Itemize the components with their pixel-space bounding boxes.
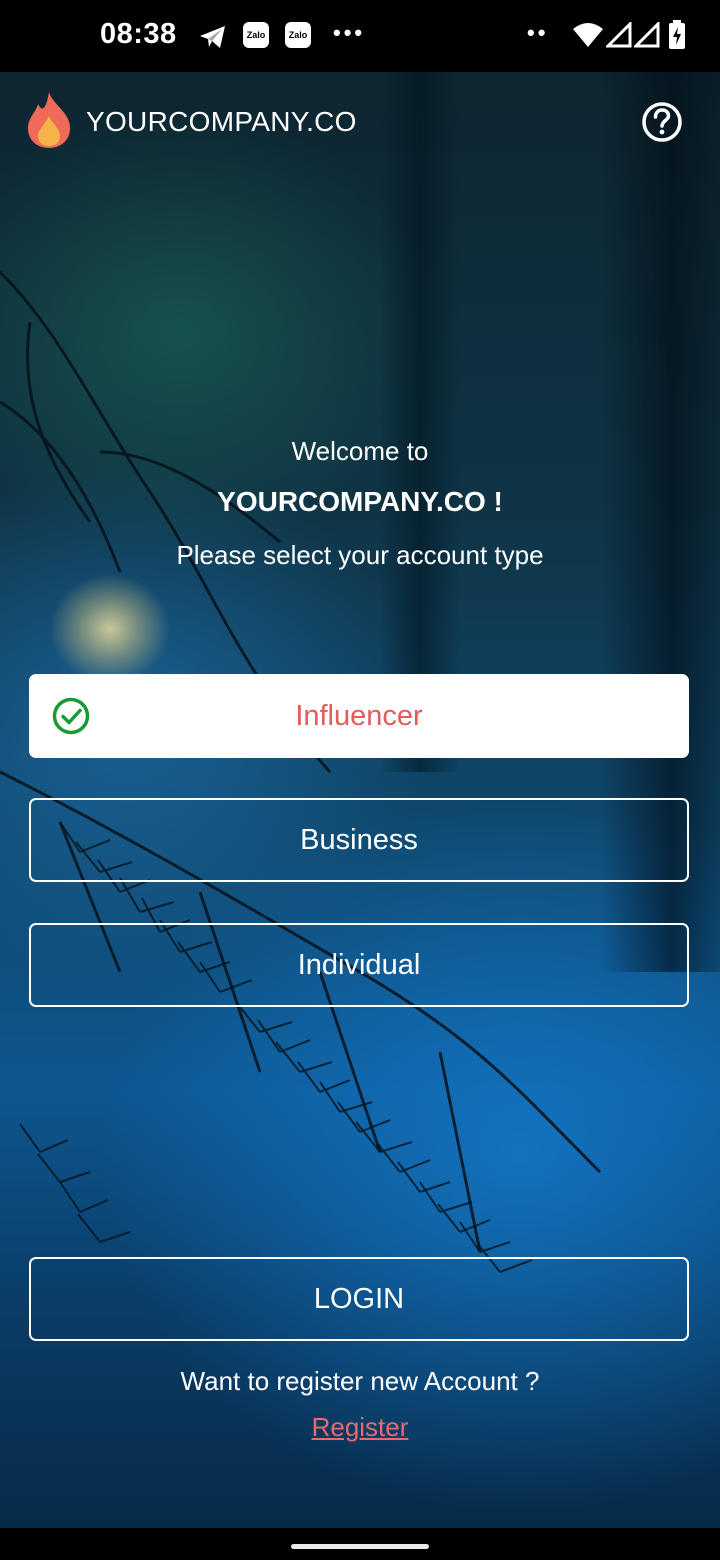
zalo-icon: Zalo <box>243 22 269 48</box>
register-link[interactable]: Register <box>0 1412 720 1443</box>
flame-icon <box>28 92 70 148</box>
status-bar: 08:38 Zalo Zalo ••• •• <box>0 0 720 72</box>
account-type-business[interactable]: Business <box>29 798 689 882</box>
signal-icon <box>634 22 660 48</box>
welcome-brand: YOURCOMPANY.CO ! <box>217 486 503 517</box>
brand-title: YOURCOMPANY.CO <box>86 106 357 137</box>
account-type-label: Individual <box>297 948 421 981</box>
register-prompt: Want to register new Account ? <box>180 1366 540 1396</box>
home-gesture-handle[interactable] <box>291 1544 429 1549</box>
welcome-line: Welcome to <box>291 436 429 466</box>
more-dots-icon: ••• <box>333 20 366 45</box>
check-circle-icon <box>52 697 90 735</box>
navigation-bar <box>0 1528 720 1560</box>
account-type-influencer[interactable]: Influencer <box>29 674 689 758</box>
account-type-prompt: Please select your account type <box>176 540 544 570</box>
battery-charging-icon <box>669 20 685 49</box>
zalo-icon: Zalo <box>285 22 311 48</box>
account-type-label: Influencer <box>295 699 423 732</box>
wifi-icon <box>573 23 603 47</box>
help-circle-icon[interactable] <box>640 100 684 144</box>
status-time: 08:38 <box>100 18 177 50</box>
signal-icon <box>606 22 632 48</box>
account-type-individual[interactable]: Individual <box>29 923 689 1007</box>
telegram-icon <box>200 26 225 48</box>
app-header: YOURCOMPANY.CO <box>0 72 720 172</box>
account-type-label: Business <box>300 823 418 856</box>
login-button[interactable]: LOGIN <box>29 1257 689 1341</box>
login-label: LOGIN <box>313 1282 405 1315</box>
more-dots-icon: •• <box>527 20 549 45</box>
